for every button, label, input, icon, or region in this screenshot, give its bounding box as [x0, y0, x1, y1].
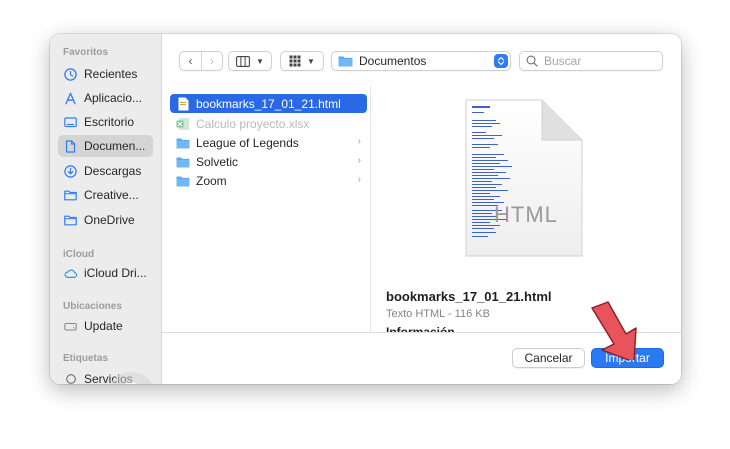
folder-icon — [338, 56, 353, 67]
sidebar-item-label: OneDrive — [84, 213, 135, 227]
desktop-icon — [64, 116, 77, 129]
sidebar: Favoritos Recientes Aplicacio... Escrito… — [50, 34, 162, 384]
chevron-down-icon: ▼ — [307, 56, 315, 66]
chevron-right-icon: › — [357, 136, 361, 147]
list-item[interactable]: Solvetic › — [170, 152, 367, 171]
chevron-down-icon: ▼ — [256, 56, 264, 66]
sidebar-item-recientes[interactable]: Recientes — [58, 63, 153, 85]
search-icon — [526, 55, 538, 67]
folder-icon — [64, 189, 77, 202]
sidebar-item-label: Descargas — [84, 164, 142, 178]
list-item[interactable]: League of Legends › — [170, 133, 367, 152]
updown-chevron-icon — [494, 54, 508, 68]
forward-button[interactable]: › — [201, 52, 222, 70]
document-icon — [64, 139, 77, 153]
clock-icon — [64, 67, 77, 81]
file-name: Calculo proyecto.xlsx — [196, 116, 310, 131]
file-list: bookmarks_17_01_21.html Calculo proyecto… — [162, 86, 371, 332]
sidebar-section-icloud: iCloud — [63, 249, 95, 260]
sidebar-item-documentos[interactable]: Documen... — [58, 135, 153, 157]
search-input[interactable]: Buscar — [544, 54, 581, 68]
chevron-right-icon: › — [357, 155, 361, 166]
excel-file-icon — [176, 117, 190, 131]
sidebar-item-label: iCloud Dri... — [84, 266, 147, 280]
folder-icon — [176, 136, 190, 150]
location-popup[interactable]: Documentos — [331, 51, 511, 71]
folder-icon — [176, 174, 190, 188]
sidebar-item-label: Escritorio — [84, 115, 135, 129]
sidebar-item-icloud-drive[interactable]: iCloud Dri... — [58, 262, 153, 284]
applications-icon — [64, 92, 77, 105]
html-document-thumbnail-icon — [465, 99, 583, 257]
file-name: Solvetic — [196, 154, 239, 169]
sidebar-section-ubicaciones: Ubicaciones — [63, 301, 122, 312]
sidebar-section-favorites: Favoritos — [63, 47, 109, 58]
sidebar-item-label: Documen... — [84, 139, 146, 153]
file-name: League of Legends — [196, 135, 299, 150]
cloud-icon — [64, 267, 77, 280]
drive-icon — [64, 320, 77, 333]
sidebar-item-aplicaciones[interactable]: Aplicacio... — [58, 87, 153, 109]
tag-circle-icon — [64, 373, 77, 385]
download-icon — [64, 164, 77, 178]
preview-file-meta: Texto HTML - 116 KB — [386, 308, 490, 320]
file-name: Zoom — [196, 173, 227, 188]
column-view-button[interactable]: ▼ — [228, 51, 272, 71]
watermark-logo-icon — [109, 372, 153, 384]
group-view-button[interactable]: ▼ — [280, 51, 324, 71]
back-button[interactable]: ‹ — [180, 52, 201, 70]
sidebar-item-onedrive[interactable]: OneDrive — [58, 209, 153, 231]
html-file-icon — [176, 97, 190, 111]
sidebar-item-update[interactable]: Update — [58, 315, 153, 337]
list-item[interactable]: bookmarks_17_01_21.html — [170, 94, 367, 113]
preview-pane: HTML bookmarks_17_01_21.html Texto HTML … — [371, 86, 681, 332]
list-item: Calculo proyecto.xlsx — [170, 114, 367, 133]
preview-filename: bookmarks_17_01_21.html — [386, 289, 552, 304]
chevron-right-icon: › — [357, 174, 361, 185]
sidebar-item-label: Creative... — [84, 188, 139, 202]
list-item[interactable]: Zoom › — [170, 171, 367, 190]
folder-icon — [64, 214, 77, 227]
file-name: bookmarks_17_01_21.html — [196, 96, 341, 111]
annotation-arrow-icon — [591, 301, 637, 360]
location-label: Documentos — [359, 54, 427, 68]
sidebar-item-label: Update — [84, 319, 123, 333]
sidebar-item-descargas[interactable]: Descargas — [58, 160, 153, 182]
toolbar: ‹ › ▼ ▼ Documentos Buscar — [162, 34, 681, 86]
sidebar-item-label: Aplicacio... — [84, 91, 143, 105]
columns-view-icon — [236, 55, 250, 67]
folder-icon — [176, 155, 190, 169]
grid-view-icon — [289, 55, 301, 67]
cancel-button[interactable]: Cancelar — [512, 348, 585, 368]
doc-type-badge: HTML — [494, 202, 558, 227]
sidebar-section-etiquetas: Etiquetas — [63, 353, 109, 364]
sidebar-item-creative[interactable]: Creative... — [58, 184, 153, 206]
search-field[interactable]: Buscar — [519, 51, 663, 71]
preview-info-label: Información — [386, 325, 455, 332]
sidebar-item-escritorio[interactable]: Escritorio — [58, 111, 153, 133]
sidebar-item-label: Recientes — [84, 67, 138, 81]
navigation-segment: ‹ › — [179, 51, 223, 71]
